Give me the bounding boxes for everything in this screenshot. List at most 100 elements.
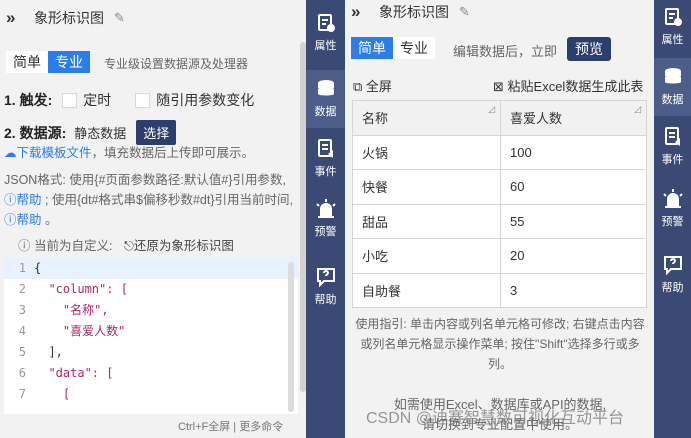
rail-item-event[interactable]: 事件 bbox=[654, 118, 691, 176]
rail-label: 事件 bbox=[661, 154, 684, 166]
help-circle-icon: ⓘ bbox=[4, 213, 17, 227]
watermark: CSDN @迪赛智慧数可视化互动平台 bbox=[366, 410, 625, 427]
count-cell[interactable]: 55 bbox=[500, 203, 647, 239]
panel-title: 象形标识图 bbox=[379, 4, 449, 20]
properties-icon bbox=[306, 12, 345, 34]
table-header-row: 名称 ◿ 喜爱人数 ◿ bbox=[352, 100, 647, 136]
panel-header: » 象形标识图 ✎ bbox=[351, 0, 470, 24]
help-link-time[interactable]: ⓘ帮助 bbox=[4, 213, 45, 227]
download-template-link[interactable]: 下载模板文件 bbox=[17, 146, 92, 160]
side-toolbar-right: 属性数据事件预警帮助 bbox=[654, 0, 691, 438]
code-line[interactable]: 4 "喜爱人数" bbox=[4, 321, 298, 342]
rail-item-help[interactable]: 帮助 bbox=[654, 246, 691, 304]
name-cell[interactable]: 火锅 bbox=[352, 134, 501, 170]
table-row: 小吃 20 bbox=[352, 238, 647, 274]
count-cell[interactable]: 3 bbox=[500, 272, 647, 308]
tab-pro[interactable]: 专业 bbox=[393, 37, 435, 59]
custom-status-line: ⓘ 当前为自定义: ⎋还原为象形标识图 bbox=[18, 236, 234, 256]
usage-guide: 使用指引: 单击内容或列名单元格可修改; 右键点击内容或列名单元格显示操作菜单;… bbox=[355, 317, 645, 371]
help-circle-icon: ⓘ bbox=[4, 193, 17, 207]
tab-simple[interactable]: 简单 bbox=[6, 51, 48, 73]
rail-item-properties[interactable]: 属性 bbox=[306, 4, 345, 62]
name-cell[interactable]: 快餐 bbox=[352, 169, 501, 205]
collapse-chevron-icon[interactable]: » bbox=[351, 2, 371, 22]
table-row: 自助餐 3 bbox=[352, 272, 647, 308]
code-line[interactable]: 3 "名称", bbox=[4, 300, 298, 321]
properties-icon bbox=[654, 6, 691, 28]
table-row: 甜品 55 bbox=[352, 203, 647, 239]
code-line[interactable]: 7 [ bbox=[4, 384, 298, 405]
line-number: 6 bbox=[18, 366, 26, 380]
code-line[interactable]: 1{ bbox=[4, 258, 298, 279]
rail-label: 数据 bbox=[314, 106, 337, 118]
restore-link[interactable]: ⎋还原为象形标识图 bbox=[124, 239, 234, 253]
panel-header: » 象形标识图 ✎ bbox=[6, 6, 125, 30]
mode-tabs: 简单 专业 bbox=[6, 51, 90, 73]
code-line[interactable]: 6 "data": [ bbox=[4, 363, 298, 384]
cloud-download-icon: ☁ bbox=[4, 146, 17, 160]
name-cell[interactable]: 甜品 bbox=[352, 203, 501, 239]
edit-title-icon[interactable]: ✎ bbox=[114, 10, 125, 26]
count-cell[interactable]: 60 bbox=[500, 169, 647, 205]
panel-title: 象形标识图 bbox=[34, 10, 104, 26]
column-menu-icon[interactable]: ◿ bbox=[634, 104, 641, 115]
rail-item-help[interactable]: 帮助 bbox=[306, 258, 345, 316]
line-number: 5 bbox=[18, 345, 26, 359]
paste-excel-button[interactable]: ⊠ 粘贴Excel数据生成此表 bbox=[493, 76, 643, 95]
timer-checkbox[interactable] bbox=[62, 92, 78, 108]
column-header[interactable]: 名称 ◿ bbox=[352, 100, 501, 136]
count-cell[interactable]: 100 bbox=[500, 134, 647, 170]
datasource-row: 2. 数据源: 静态数据 选择 bbox=[4, 120, 177, 145]
datasource-label: 2. 数据源: bbox=[4, 124, 67, 141]
name-cell[interactable]: 自助餐 bbox=[352, 272, 501, 308]
rail-item-database[interactable]: 数据 bbox=[306, 70, 345, 128]
editor-scrollbar[interactable] bbox=[288, 262, 294, 412]
alarm-icon bbox=[306, 198, 345, 220]
rail-item-event[interactable]: 事件 bbox=[306, 130, 345, 188]
column-menu-icon[interactable]: ◿ bbox=[488, 104, 495, 115]
tab-simple[interactable]: 简单 bbox=[351, 37, 393, 59]
rail-label: 预警 bbox=[661, 216, 684, 228]
rail-item-properties[interactable]: 属性 bbox=[654, 0, 691, 56]
collapse-chevron-icon[interactable]: » bbox=[6, 8, 26, 28]
json-code-editor[interactable]: 1{2 "column": [3 "名称", 4 "喜爱人数" 5 ], 6 "dat… bbox=[4, 258, 298, 414]
code-text: "喜爱人数" bbox=[34, 324, 126, 338]
download-line: ☁下载模板文件，填充数据后上传即可展示。 bbox=[4, 143, 254, 163]
line-number: 7 bbox=[18, 387, 26, 401]
rail-item-database[interactable]: 数据 bbox=[654, 58, 691, 116]
edit-title-icon[interactable]: ✎ bbox=[459, 4, 470, 20]
preview-button[interactable]: 预览 bbox=[567, 37, 611, 61]
help-icon bbox=[306, 266, 345, 288]
code-line[interactable]: 5 ], bbox=[4, 342, 298, 363]
alarm-icon bbox=[654, 188, 691, 210]
rail-item-alarm[interactable]: 预警 bbox=[306, 190, 345, 248]
json-format-help: JSON格式: 使用{#页面参数路径:默认值#}引用参数, ⓘ帮助 ; 使用{d… bbox=[4, 173, 293, 227]
line-number: 2 bbox=[18, 282, 26, 296]
name-cell[interactable]: 小吃 bbox=[352, 238, 501, 274]
rail-label: 数据 bbox=[661, 94, 684, 106]
fullscreen-button[interactable]: ⧉ 全屏 bbox=[353, 76, 392, 95]
data-table: 名称 ◿ 喜爱人数 ◿ 火锅 100 快餐 60 甜品 55 小吃 20 自助餐 3 bbox=[352, 100, 647, 308]
help-icon bbox=[654, 254, 691, 276]
param-change-checkbox[interactable] bbox=[135, 92, 151, 108]
code-text: "data": [ bbox=[34, 366, 114, 380]
database-icon bbox=[306, 78, 345, 100]
datasource-value: 静态数据 bbox=[74, 126, 127, 141]
rail-item-alarm[interactable]: 预警 bbox=[654, 180, 691, 238]
editor-footer: Ctrl+F全屏 | 更多命令 bbox=[178, 421, 284, 433]
line-number: 3 bbox=[18, 303, 26, 317]
count-cell[interactable]: 20 bbox=[500, 238, 647, 274]
help-link-params[interactable]: ⓘ帮助 bbox=[4, 193, 45, 207]
tab-hint: 编辑数据后，立即 bbox=[453, 44, 558, 59]
tab-pro[interactable]: 专业 bbox=[48, 51, 90, 73]
mode-tabs: 简单 专业 bbox=[351, 37, 435, 59]
download-hint: ，填充数据后上传即可展示。 bbox=[91, 146, 255, 160]
line-number: 4 bbox=[18, 324, 26, 338]
table-row: 快餐 60 bbox=[352, 169, 647, 205]
code-line[interactable]: 2 "column": [ bbox=[4, 279, 298, 300]
code-text: ], bbox=[34, 345, 63, 359]
param-change-label: 随引用参数变化 bbox=[156, 92, 255, 108]
select-datasource-button[interactable]: 选择 bbox=[136, 120, 177, 145]
column-header[interactable]: 喜爱人数 ◿ bbox=[500, 100, 647, 136]
table-row: 火锅 100 bbox=[352, 134, 647, 170]
